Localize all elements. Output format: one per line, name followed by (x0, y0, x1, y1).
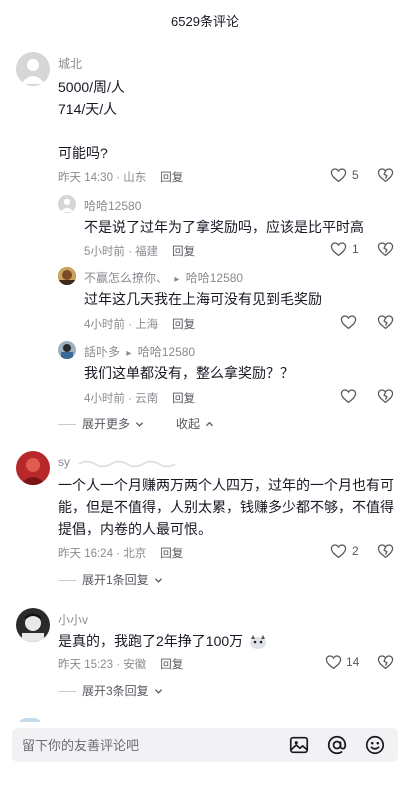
heart-icon (340, 389, 357, 404)
avatar[interactable] (58, 267, 76, 285)
reply-target[interactable]: 哈哈12580 (186, 271, 243, 285)
dislike-heart-icon[interactable] (377, 388, 394, 404)
dislike-heart-icon[interactable] (377, 654, 394, 670)
emoji-sticker-icon (250, 635, 267, 650)
reply-username: 話卟多 ▸ 哈哈12580 (84, 343, 195, 360)
reply-username[interactable]: 哈哈12580 (84, 197, 141, 214)
comment-line: 可能吗? (58, 145, 108, 161)
comment-meta: 昨天 14:30 · 山东 回复 (58, 169, 183, 185)
reply-button[interactable]: 回复 (160, 172, 183, 184)
reply-text: 过年这几天我在上海可没有见到毛奖励 (84, 291, 322, 307)
expand-replies-label: 展开1条回复 (82, 573, 149, 587)
like-button[interactable] (340, 388, 357, 404)
heart-icon (330, 544, 347, 559)
reply-username: 不赢怎么撩你、 ▸ 哈哈12580 (84, 269, 243, 286)
reply-text: 不是说了过年为了拿奖励吗，应该是比平时高 (84, 219, 364, 235)
reply-button[interactable]: 回复 (172, 246, 195, 258)
divider-line (58, 691, 76, 693)
comment-meta: 昨天 16:24 · 北京 回复 (58, 545, 183, 561)
reply-text: 我们这单都没有，整么拿奖励？？ (84, 365, 294, 381)
heart-icon (340, 315, 357, 330)
like-button[interactable]: 14 (325, 654, 359, 670)
heart-icon (330, 242, 347, 257)
reply-meta: 4小时前 · 云南 回复 (84, 390, 195, 406)
comment-meta: 昨天 15:23 · 安徽 回复 (58, 656, 183, 672)
avatar[interactable] (16, 608, 50, 642)
comment-line: 能，但是不值得，人别太累，钱赚多少都不够，不值得 (58, 499, 394, 515)
reply-button[interactable]: 回复 (172, 319, 195, 331)
dislike-heart-icon[interactable] (377, 543, 394, 559)
comment-line: 一个人一个月赚两万两个人四万，过年的一个月也有可 (58, 477, 394, 493)
expand-more-replies[interactable]: 展开更多 (58, 415, 144, 432)
comment-username[interactable]: 城北 (58, 55, 82, 72)
expand-replies[interactable]: 展开3条回复 (58, 682, 163, 699)
like-button[interactable]: 5 (330, 167, 359, 183)
dislike-heart-icon[interactable] (377, 241, 394, 257)
comment-time-location: 昨天 15:23 · 安徽 (58, 659, 147, 671)
comment-username[interactable]: 小小v (58, 611, 88, 628)
reply-button[interactable]: 回复 (160, 548, 183, 560)
comment-time-location: 昨天 16:24 · 北京 (58, 548, 147, 560)
expand-more-label: 展开更多 (82, 417, 131, 431)
comment-line: 5000/周/人 (58, 79, 125, 95)
chevron-up-icon (206, 422, 214, 427)
like-count: 14 (346, 655, 360, 669)
comment-username-text[interactable]: sy (58, 455, 70, 469)
chevron-down-icon (154, 578, 163, 584)
reply-button[interactable]: 回复 (172, 393, 195, 405)
reply-target[interactable]: 哈哈12580 (138, 345, 195, 359)
like-count: 1 (352, 242, 359, 256)
expand-replies[interactable]: 展开1条回复 (58, 571, 163, 588)
like-button[interactable] (340, 314, 357, 330)
reply-username-text[interactable]: 不赢怎么撩你、 (84, 271, 168, 285)
like-button[interactable]: 2 (330, 543, 359, 559)
chevron-down-icon (136, 422, 144, 428)
reply-time-location: 4小时前 · 云南 (84, 393, 159, 405)
comment-line (58, 120, 388, 142)
like-button[interactable]: 1 (330, 241, 359, 257)
avatar[interactable] (16, 451, 50, 485)
like-count: 2 (352, 544, 359, 558)
comment-time-location: 昨天 14:30 · 山东 (58, 172, 147, 184)
expand-replies-label: 展开3条回复 (82, 684, 149, 698)
at-icon[interactable] (326, 734, 348, 756)
comment-text: 5000/周/人 714/天/人 可能吗? (58, 76, 388, 164)
comment-line: 是真的，我跑了2年挣了100万 (58, 633, 244, 649)
heart-icon (325, 655, 342, 670)
divider-line (58, 580, 76, 582)
comment-input[interactable] (22, 728, 272, 762)
comment-line: 714/天/人 (58, 101, 118, 117)
comment-count-title: 6529条评论 (171, 14, 239, 29)
avatar[interactable] (58, 341, 76, 359)
reply-arrow-icon: ▸ (126, 348, 132, 359)
dislike-heart-icon[interactable] (377, 167, 394, 183)
avatar[interactable] (58, 195, 76, 213)
reply-button[interactable]: 回复 (160, 659, 183, 671)
heart-icon (330, 168, 347, 183)
reply-meta: 4小时前 · 上海 回复 (84, 316, 195, 332)
comments-header: 6529条评论 (0, 0, 410, 44)
reply-arrow-icon: ▸ (174, 274, 180, 285)
reply-time-location: 4小时前 · 上海 (84, 319, 159, 331)
emoji-icon[interactable] (364, 734, 386, 756)
image-icon[interactable] (288, 734, 310, 756)
collapse-label: 收起 (176, 417, 201, 431)
collapse-replies[interactable]: 收起 (176, 415, 214, 432)
like-count: 5 (352, 168, 359, 182)
username-decoration-icon (78, 460, 176, 468)
divider-line (58, 424, 76, 426)
reply-meta: 5小时前 · 福建 回复 (84, 243, 195, 259)
chevron-down-icon (154, 689, 163, 695)
comment-line: 提倡，内卷的人最可恨。 (58, 521, 212, 537)
comment-text: 一个人一个月赚两万两个人四万，过年的一个月也有可 能，但是不值得，人别太累，钱赚… (58, 474, 398, 540)
comment-text: 是真的，我跑了2年挣了100万 (58, 630, 398, 652)
comment-input-bar (0, 722, 410, 800)
dislike-heart-icon[interactable] (377, 314, 394, 330)
comment-input-box[interactable] (12, 728, 398, 762)
avatar[interactable] (16, 52, 50, 86)
reply-time-location: 5小时前 · 福建 (84, 246, 159, 258)
reply-username-text[interactable]: 話卟多 (84, 345, 120, 359)
comment-username: sy (58, 455, 187, 469)
